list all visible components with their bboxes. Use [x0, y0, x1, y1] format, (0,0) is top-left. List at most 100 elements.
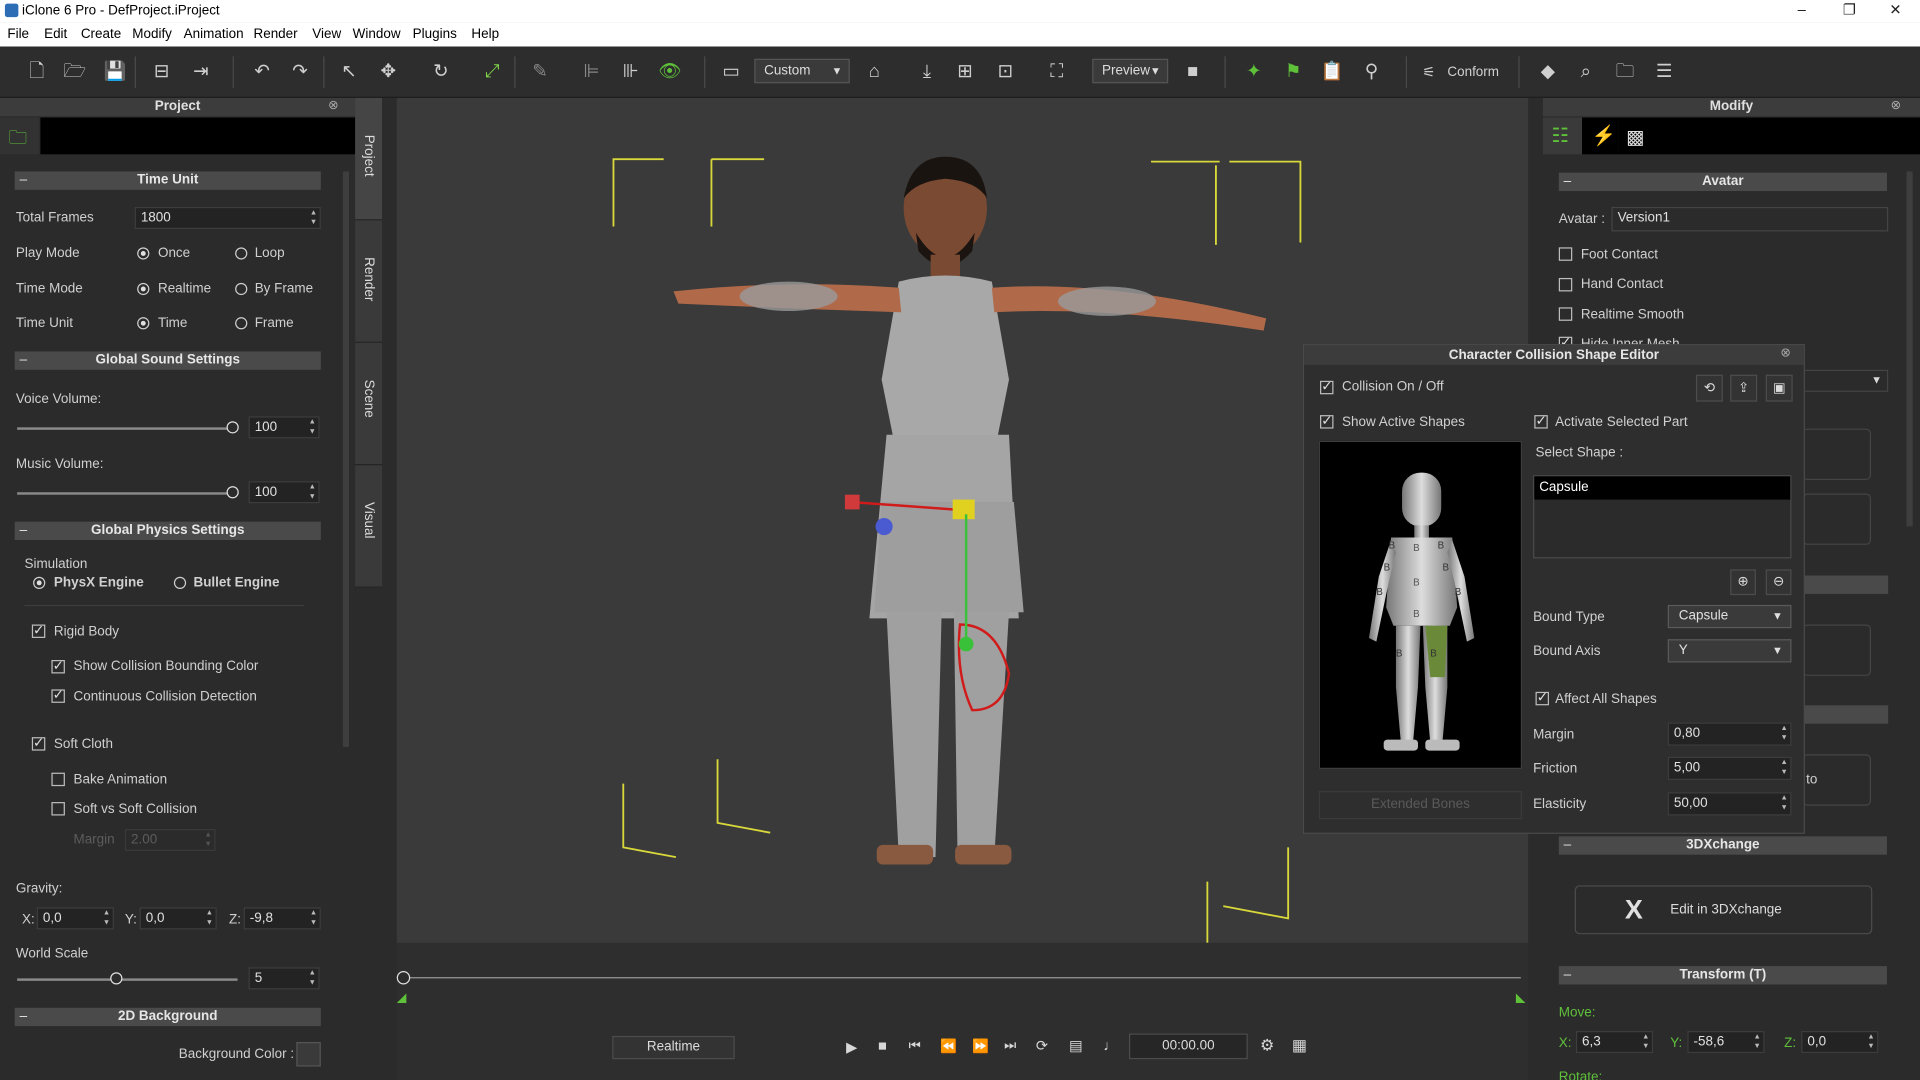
margin-input[interactable]: 0,80 ▲ ▼ [1667, 722, 1792, 746]
menu-view[interactable]: View [312, 27, 341, 42]
folder-export-icon[interactable]: 🗀 [1613, 60, 1637, 84]
menu-window[interactable]: Window [353, 27, 401, 42]
music-volume-slider[interactable] [17, 492, 233, 495]
character-icon[interactable]: ✦ [1242, 60, 1266, 84]
loop-radio[interactable] [235, 247, 248, 260]
friction-input[interactable]: 5,00 ▲ ▼ [1667, 756, 1792, 781]
rotate-icon[interactable]: ↻ [429, 60, 453, 84]
next-frame-icon[interactable]: ⏩ [972, 1038, 989, 1055]
soft-vs-soft-checkbox[interactable] [51, 802, 65, 816]
close-button[interactable]: ✕ [1889, 1, 1901, 18]
settings-sliders-icon[interactable]: ☰ [1652, 60, 1676, 84]
end-marker-icon[interactable]: ◣ [1516, 992, 1525, 1005]
bound-axis-dropdown[interactable]: Y ▼ [1667, 639, 1792, 663]
view-dropdown[interactable]: Custom ▼ [754, 58, 850, 84]
menu-render[interactable]: Render [253, 27, 297, 42]
show-active-shapes-checkbox[interactable] [1320, 413, 1334, 429]
show-collision-bounding-checkbox[interactable] [51, 658, 65, 674]
dialog-close-icon[interactable]: ⊗ [1780, 347, 1790, 360]
dialog-title[interactable]: Character Collision Shape Editor [1304, 345, 1804, 365]
background-color-swatch[interactable] [296, 1042, 321, 1067]
bone-marker[interactable]: B [1442, 562, 1449, 573]
subtitle-icon[interactable]: ▤ [1069, 1037, 1083, 1054]
redo-icon[interactable]: ↷ [288, 60, 312, 84]
project-folder-tab[interactable]: 🗀 [0, 117, 40, 155]
frame-radio[interactable] [235, 317, 248, 330]
hidden-section-header-2[interactable] [1802, 705, 1889, 724]
tab-visual[interactable]: Visual [355, 465, 383, 588]
menu-plugins[interactable]: Plugins [413, 27, 457, 42]
avatar-name-input[interactable]: Version1 [1611, 206, 1889, 232]
frame-icon[interactable]: ⊡ [993, 60, 1017, 84]
music-volume-knob[interactable] [226, 486, 239, 499]
elasticity-input[interactable]: 50,00 ▲ ▼ [1667, 792, 1792, 816]
timeline-settings-icon[interactable]: ⚙ [1260, 1036, 1274, 1056]
realtime-radio[interactable] [137, 282, 150, 296]
body-shape-preview[interactable]: B B B B B B B B B B B [1318, 440, 1523, 769]
realtime-smooth-checkbox[interactable] [1558, 307, 1573, 321]
bone-marker[interactable]: B [1389, 540, 1396, 551]
stop-icon[interactable]: ■ [878, 1037, 887, 1054]
bone-icon[interactable]: ⚲ [1359, 60, 1383, 84]
timeline-scrubber[interactable] [396, 971, 411, 985]
voice-volume-slider[interactable] [17, 427, 233, 430]
bone-marker[interactable]: B [1413, 609, 1420, 620]
move-z-input[interactable]: 0,0 ▲ ▼ [1801, 1031, 1879, 1054]
voice-volume-input[interactable]: 100 ▲ ▼ [248, 416, 320, 439]
bone-marker[interactable]: B [1455, 587, 1462, 598]
load-icon[interactable]: ⇪ [1730, 374, 1758, 402]
tab-render[interactable]: Render [355, 220, 383, 343]
flag-icon[interactable]: ⚑ [1281, 60, 1305, 84]
tab-scene[interactable]: Scene [355, 342, 383, 466]
move-y-input[interactable]: -58,6 ▲ ▼ [1687, 1031, 1765, 1054]
align-icon[interactable]: ⊫ [579, 60, 603, 84]
bone-marker[interactable]: B [1430, 648, 1437, 659]
voice-volume-knob[interactable] [226, 421, 239, 434]
bound-type-dropdown[interactable]: Capsule ▼ [1667, 604, 1792, 629]
music-note-icon[interactable]: ♩ [1103, 1037, 1118, 1054]
once-radio[interactable] [137, 247, 150, 260]
hidden-button-3[interactable] [1802, 624, 1872, 676]
global-sound-header[interactable]: – Global Sound Settings [14, 351, 321, 370]
modify-tab-motion[interactable]: ⚡ [1582, 117, 1619, 155]
minimize-button[interactable]: – [1798, 1, 1806, 18]
by-frame-radio[interactable] [235, 282, 248, 296]
hidden-section-header[interactable] [1802, 575, 1889, 594]
reset-icon[interactable]: ⟲ [1695, 374, 1723, 402]
time-radio[interactable] [137, 317, 150, 330]
menu-help[interactable]: Help [471, 27, 499, 42]
go-start-icon[interactable]: ⏮ [909, 1038, 921, 1054]
conform-button[interactable]: Conform [1447, 65, 1499, 80]
menu-modify[interactable]: Modify [132, 27, 172, 42]
home-icon[interactable]: ⌂ [862, 60, 886, 84]
bone-marker[interactable]: B [1438, 540, 1445, 551]
gravity-z-input[interactable]: -9,8 ▲ ▼ [243, 907, 321, 930]
gravity-x-input[interactable]: 0,0 ▲ ▼ [36, 907, 114, 930]
bone-marker[interactable]: B [1413, 542, 1420, 553]
soft-margin-input[interactable]: 2.00 ▲ ▼ [124, 828, 216, 852]
extended-bones-button[interactable]: Extended Bones [1318, 791, 1523, 820]
world-scale-input[interactable]: 5 ▲ ▼ [248, 967, 320, 990]
time-unit-header[interactable]: – Time Unit [14, 171, 321, 190]
drop-to-floor-icon[interactable]: ⤓ [915, 60, 939, 84]
loop-icon[interactable]: ⟳ [1036, 1037, 1048, 1054]
activate-selected-part-checkbox[interactable] [1534, 413, 1548, 429]
physx-engine-radio[interactable] [33, 576, 46, 589]
menu-animation[interactable]: Animation [184, 27, 244, 42]
bone-marker[interactable]: B [1413, 577, 1420, 588]
hand-contact-checkbox[interactable] [1558, 277, 1573, 292]
add-shape-icon[interactable]: ⊕ [1730, 569, 1756, 596]
left-scrollbar[interactable] [342, 171, 349, 747]
checker-material-icon[interactable]: ▩ [1626, 125, 1645, 149]
scale-icon[interactable]: ⤢ [480, 60, 504, 84]
maximize-button[interactable]: ❐ [1843, 1, 1856, 18]
diamond-icon[interactable]: ◆ [1536, 60, 1560, 84]
export-icon[interactable]: ⇥ [189, 60, 213, 84]
camera-view-icon[interactable]: ▭ [719, 60, 743, 84]
bone-marker[interactable]: B [1384, 562, 1391, 573]
video-camera-icon[interactable]: ■ [1180, 60, 1204, 84]
hidden-button-2[interactable] [1802, 493, 1872, 545]
bone-marker[interactable]: B [1376, 587, 1383, 598]
tab-project[interactable]: Project [355, 97, 383, 221]
realtime-mode-button[interactable]: Realtime [612, 1035, 735, 1060]
